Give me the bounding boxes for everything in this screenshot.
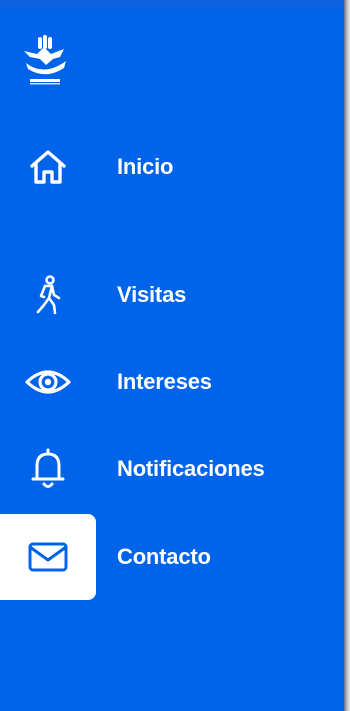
sidebar-item-inicio[interactable]: Inicio	[0, 124, 344, 210]
sidebar-item-label: Contacto	[117, 544, 211, 569]
sidebar-item-contacto[interactable]: Contacto	[0, 514, 344, 600]
hands-dove-logo-icon	[24, 35, 66, 85]
sidebar-item-icon-box	[0, 124, 96, 210]
app-window: Inicio Visitas Intereses Notificaciones …	[0, 0, 350, 711]
sidebar-item-icon-box	[0, 252, 96, 338]
sidebar-item-label: Notificaciones	[117, 456, 265, 481]
home-icon	[30, 150, 66, 184]
bell-icon	[31, 448, 65, 488]
sidebar-item-label: Inicio	[117, 154, 174, 179]
sidebar-item-visitas[interactable]: Visitas	[0, 252, 344, 338]
app-logo[interactable]	[20, 35, 74, 89]
sidebar-item-icon-box	[0, 426, 96, 512]
envelope-icon	[28, 542, 68, 572]
walking-person-icon	[36, 275, 61, 315]
sidebar-item-label: Visitas	[117, 282, 187, 307]
eye-icon	[25, 370, 71, 394]
sidebar-item-notificaciones[interactable]: Notificaciones	[0, 426, 344, 512]
sidebar-item-icon-box	[0, 514, 96, 600]
sidebar-item-icon-box	[0, 339, 96, 425]
sidebar-item-label: Intereses	[117, 369, 212, 394]
window-edge-shadow	[344, 0, 350, 711]
sidebar-item-intereses[interactable]: Intereses	[0, 339, 344, 425]
sidebar: Inicio Visitas Intereses Notificaciones …	[0, 0, 344, 711]
top-shadow	[0, 0, 344, 14]
